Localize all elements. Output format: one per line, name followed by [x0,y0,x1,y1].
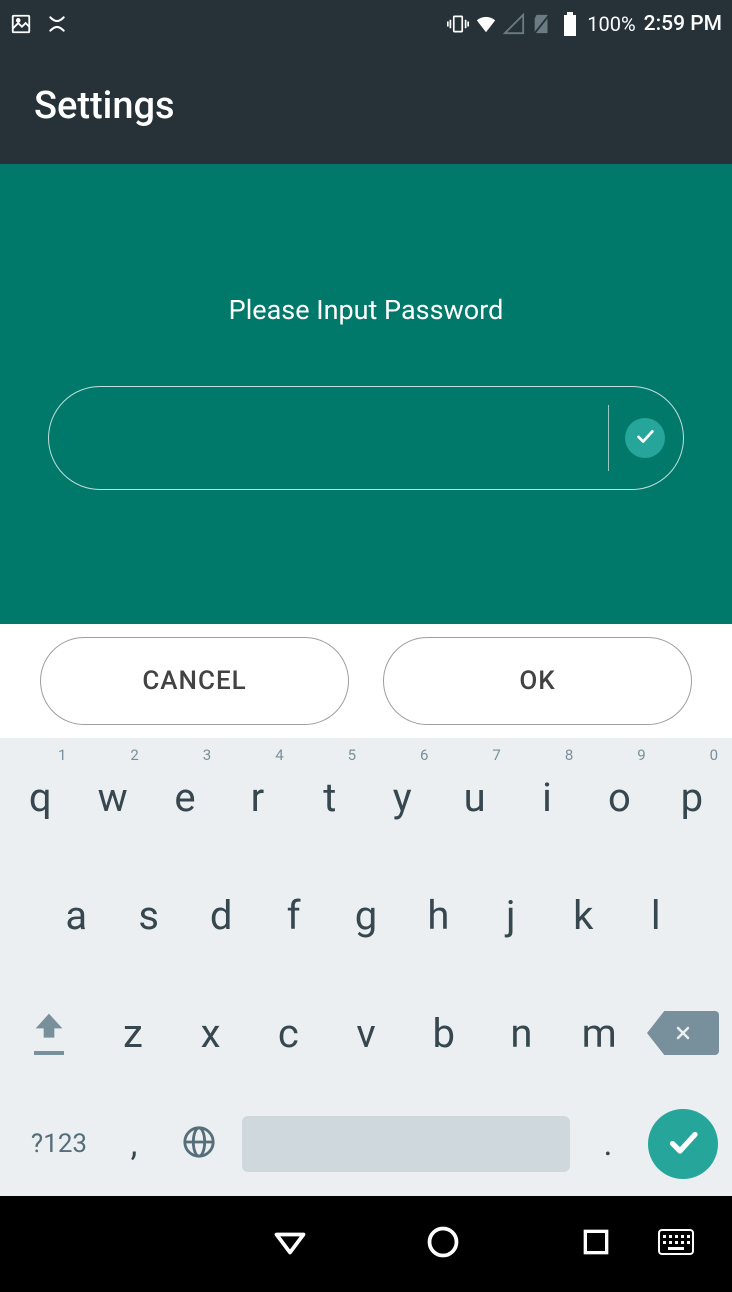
vibrate-icon [447,13,469,35]
key-hint: 4 [275,746,283,764]
confirm-password-button[interactable] [625,418,665,458]
key-d[interactable]: d [185,856,257,974]
key-k[interactable]: k [547,856,619,974]
key-s[interactable]: s [112,856,184,974]
check-icon [665,1124,701,1164]
key-g[interactable]: g [330,856,402,974]
signal-empty-icon [503,13,525,35]
key-r[interactable]: r4 [221,738,293,856]
home-button[interactable] [413,1224,473,1264]
comma-key[interactable]: , [104,1124,164,1164]
backspace-key[interactable] [638,974,728,1092]
key-x[interactable]: x [172,1010,250,1057]
status-left [10,13,68,35]
key-y[interactable]: y6 [366,738,438,856]
back-button[interactable] [260,1224,320,1264]
status-bar: 100% 2:59 PM [0,0,732,48]
key-z[interactable]: z [94,1010,172,1057]
password-dialog: Please Input Password [0,164,732,624]
spacebar-key[interactable] [242,1116,570,1172]
page-title: Settings [34,84,175,128]
check-icon [634,425,656,451]
key-j[interactable]: j [475,856,547,974]
language-key[interactable] [164,1125,234,1163]
keyboard-toggle-button[interactable] [646,1228,706,1260]
no-sim-icon [531,13,553,35]
backspace-icon [647,1011,719,1055]
key-hint: 3 [203,746,211,764]
key-hint: 0 [710,746,718,764]
enter-key[interactable] [648,1109,718,1179]
battery-percentage: 100% [587,12,635,36]
key-t[interactable]: t5 [294,738,366,856]
password-input[interactable] [85,422,598,454]
button-row: CANCEL OK [0,624,732,738]
keyboard-icon [658,1228,694,1260]
cancel-button[interactable]: CANCEL [40,637,349,725]
triangle-down-icon [272,1224,308,1264]
wifi-icon [475,13,497,35]
battery-icon [559,13,581,35]
prompt-label: Please Input Password [229,294,504,326]
key-u[interactable]: u7 [438,738,510,856]
period-key[interactable]: . [578,1124,638,1164]
key-a[interactable]: a [40,856,112,974]
key-h[interactable]: h [402,856,474,974]
navigation-bar [0,1196,732,1292]
keyboard-row-3: zxcvbnm [4,974,728,1092]
status-clock: 2:59 PM [644,12,722,36]
input-divider [608,405,610,471]
key-v[interactable]: v [327,1010,405,1057]
key-p[interactable]: p0 [656,738,728,856]
soft-keyboard: q1w2e3r4t5y6u7i8o9p0 asdfghjkl zxcvbnm ?… [0,738,732,1196]
keyboard-row-3-letters: zxcvbnm [94,1010,638,1057]
gallery-icon [10,13,32,35]
key-e[interactable]: e3 [149,738,221,856]
keyboard-row-2: asdfghjkl [4,856,728,974]
key-m[interactable]: m [560,1010,638,1057]
key-hint: 7 [492,746,500,764]
key-w[interactable]: w2 [76,738,148,856]
shift-key[interactable] [4,974,94,1092]
key-n[interactable]: n [483,1010,561,1057]
ok-button[interactable]: OK [383,637,692,725]
key-hint: 8 [565,746,573,764]
key-l[interactable]: l [620,856,692,974]
symbols-key[interactable]: ?123 [14,1129,104,1159]
square-icon [580,1226,612,1262]
key-b[interactable]: b [405,1010,483,1057]
status-right: 100% 2:59 PM [447,12,722,36]
key-q[interactable]: q1 [4,738,76,856]
key-o[interactable]: o9 [583,738,655,856]
key-hint: 9 [637,746,645,764]
circle-icon [425,1224,461,1264]
password-field-container [48,386,684,490]
key-hint: 6 [420,746,428,764]
key-c[interactable]: c [249,1010,327,1057]
key-hint: 1 [58,746,66,764]
globe-icon [182,1125,216,1163]
key-hint: 5 [348,746,356,764]
cross-icon [46,13,68,35]
key-hint: 2 [130,746,138,764]
keyboard-row-1: q1w2e3r4t5y6u7i8o9p0 [4,738,728,856]
recents-button[interactable] [566,1226,626,1262]
keyboard-row-4: ?123 , . [4,1092,728,1196]
shift-icon [31,1011,67,1047]
app-bar: Settings [0,48,732,164]
shift-underline [34,1051,64,1055]
key-i[interactable]: i8 [511,738,583,856]
key-f[interactable]: f [257,856,329,974]
